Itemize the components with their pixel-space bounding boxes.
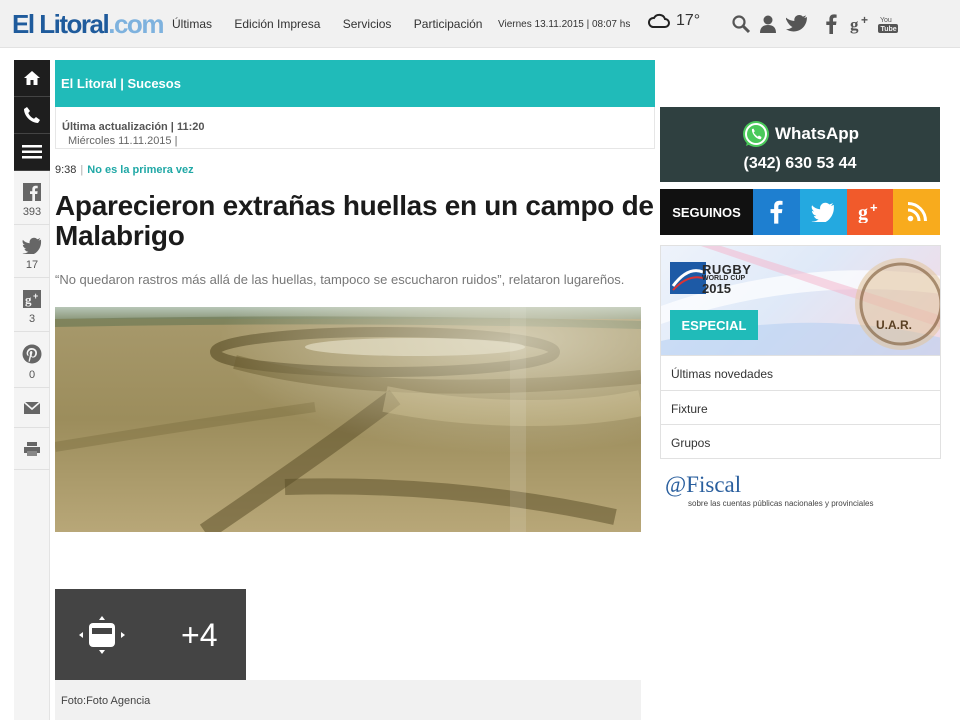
follow-twitter-button[interactable] — [799, 189, 847, 235]
weather-widget[interactable]: 17° — [648, 12, 700, 30]
svg-text:You: You — [880, 17, 892, 24]
main-nav: Últimas Edición Impresa Servicios Partic… — [172, 17, 501, 31]
follow-label: SEGUINOS — [660, 189, 753, 235]
nav-ultimas[interactable]: Últimas — [172, 17, 212, 31]
twitter-icon — [811, 202, 835, 222]
svg-text:g: g — [25, 292, 32, 307]
article-time: 9:38 — [55, 164, 77, 176]
whatsapp-title-row: WhatsApp — [660, 119, 940, 149]
mail-share[interactable] — [14, 388, 50, 428]
fiscal-banner[interactable]: @Fiscal sobre las cuentas públicas nacio… — [665, 472, 873, 508]
google-plus-share-count: 3 — [28, 313, 36, 325]
follow-facebook-button[interactable] — [753, 189, 800, 235]
whatsapp-label: WhatsApp — [774, 124, 860, 143]
site-logo[interactable]: El Litoral.com — [12, 9, 164, 39]
nav-edicion-impresa[interactable]: Edición Impresa — [234, 17, 320, 31]
section-header: El Litoral | Sucesos — [55, 60, 655, 107]
photo-caption-bar: Foto:Foto Agencia — [55, 680, 641, 720]
home-icon[interactable] — [14, 60, 50, 97]
article-lead: “No quedaron rastros más allá de las hue… — [55, 272, 625, 287]
facebook-icon — [770, 200, 783, 224]
top-bar: El Litoral.com Últimas Edición Impresa S… — [0, 0, 960, 48]
svg-text:g: g — [858, 202, 868, 223]
google-plus-share[interactable]: g + 3 — [14, 278, 50, 332]
svg-text:+: + — [870, 201, 878, 215]
whatsapp-phone: (342) 630 53 44 — [743, 155, 857, 172]
fiscal-subtitle: sobre las cuentas públicas nacionales y … — [688, 499, 874, 508]
article-date: Miércoles 11.11.2015 | — [68, 135, 178, 147]
whatsapp-banner[interactable]: WhatsApp (342) 630 53 44 — [660, 107, 940, 182]
rugby-banner[interactable]: RUGBY WORLD CUP 2015 U.A.R. ESPECIAL — [660, 245, 941, 355]
nav-participacion[interactable]: Participación — [414, 17, 483, 31]
mail-icon — [24, 402, 40, 414]
search-icon[interactable] — [730, 13, 752, 35]
svg-text:g: g — [850, 15, 859, 34]
logo-suffix: .com — [108, 9, 164, 39]
svg-text:+: + — [861, 14, 868, 27]
logo-main: El Litoral — [12, 9, 110, 39]
rugby-link-novedades[interactable]: Últimas novedades — [661, 356, 940, 390]
updated-label: Última actualización | — [62, 121, 174, 133]
twitter-icon[interactable] — [786, 13, 808, 35]
print-icon — [24, 442, 40, 456]
fiscal-title: @Fiscal — [665, 472, 742, 497]
share-rail: 393 17 g + 3 0 — [14, 60, 50, 720]
article-topic: No es la primera vez — [87, 164, 194, 176]
article-headline: Aparecieron extrañas huellas en un campo… — [55, 190, 654, 251]
user-icon[interactable] — [757, 13, 779, 35]
svg-text:Tube: Tube — [881, 26, 897, 33]
cloud-icon — [648, 13, 670, 28]
temperature: 17° — [676, 12, 701, 29]
pinterest-share[interactable]: 0 — [14, 332, 50, 388]
twitter-share-count: 17 — [25, 259, 39, 271]
pinterest-icon — [22, 344, 42, 364]
photo-caption: Foto:Foto Agencia — [61, 695, 151, 707]
gallery-button[interactable]: +4 — [55, 589, 246, 680]
article-meta: Miércoles 11.11.2015 | Última actualizac… — [55, 107, 655, 149]
facebook-share[interactable]: 393 — [14, 171, 50, 225]
whatsapp-icon — [742, 121, 769, 147]
uar-badge: U.A.R. — [876, 318, 912, 332]
rugby-link-fixture[interactable]: Fixture — [661, 390, 940, 424]
nav-servicios[interactable]: Servicios — [343, 17, 392, 31]
rugby-world-cup-logo — [670, 262, 706, 294]
expand-icon — [79, 616, 125, 654]
google-plus-icon: g + — [23, 290, 41, 308]
twitter-share[interactable]: 17 — [14, 225, 50, 278]
svg-text:+: + — [33, 291, 38, 301]
follow-bar: SEGUINOS g + — [660, 189, 940, 235]
rugby-link-grupos[interactable]: Grupos — [661, 424, 940, 458]
rugby-links: Últimas novedades Fixture Grupos — [660, 355, 941, 459]
gallery-count: +4 — [181, 617, 218, 653]
youtube-icon[interactable]: You Tube — [877, 13, 899, 35]
article-date-line: Miércoles 11.11.2015 | Última actualizac… — [62, 121, 205, 147]
section-title[interactable]: El Litoral | Sucesos — [61, 76, 181, 91]
especial-button[interactable]: ESPECIAL — [670, 310, 758, 340]
article-kicker: 9:38 | No es la primera vez — [55, 164, 194, 176]
google-plus-icon: g + — [858, 201, 878, 223]
phone-icon[interactable] — [14, 97, 50, 134]
twitter-icon — [22, 237, 42, 254]
facebook-share-count: 393 — [22, 206, 42, 218]
article-photo[interactable] — [55, 307, 641, 532]
facebook-icon — [23, 183, 41, 201]
google-plus-icon[interactable]: g + — [850, 13, 872, 35]
follow-google-plus-button[interactable]: g + — [846, 189, 894, 235]
facebook-icon[interactable] — [820, 13, 842, 35]
rss-icon — [907, 202, 927, 222]
current-date: Viernes 13.11.2015 | 08:07 hs — [498, 19, 631, 30]
pinterest-share-count: 0 — [28, 369, 36, 381]
menu-icon[interactable] — [14, 134, 50, 171]
follow-rss-button[interactable] — [893, 189, 940, 235]
kicker-separator: | — [80, 164, 84, 176]
updated-time: 11:20 — [176, 121, 205, 133]
rugby-year: 2015 — [702, 281, 731, 296]
print-button[interactable] — [14, 428, 50, 470]
